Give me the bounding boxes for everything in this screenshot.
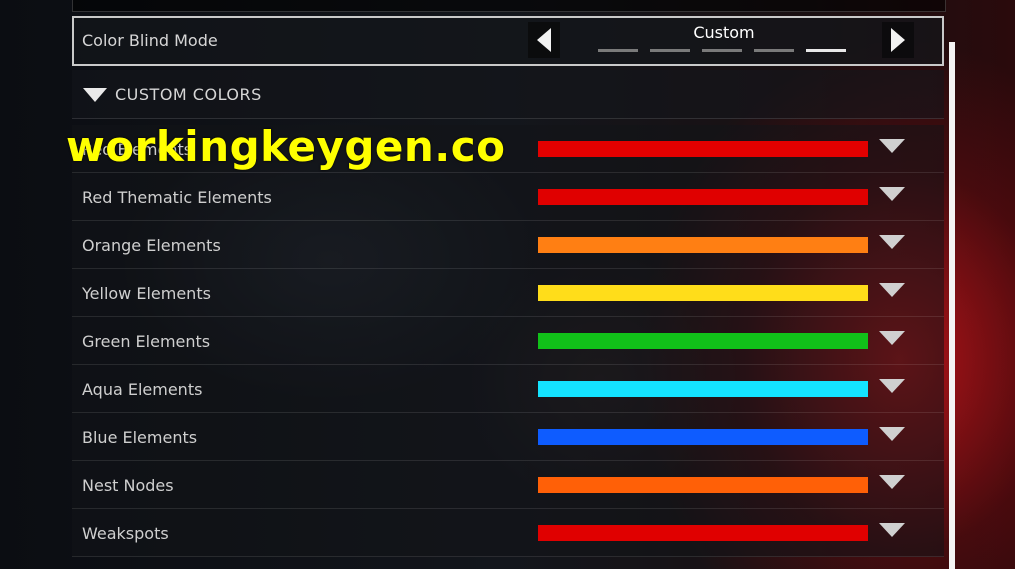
color-row-label: Green Elements (82, 332, 211, 351)
color-row[interactable]: Weakspots (72, 509, 944, 557)
color-dropdown-button[interactable] (878, 283, 906, 301)
color-blind-mode-label: Color Blind Mode (82, 31, 218, 50)
triangle-down-icon (83, 88, 107, 102)
color-swatch[interactable] (538, 189, 868, 205)
color-swatch[interactable] (538, 429, 868, 445)
color-row[interactable]: Green Elements (72, 317, 944, 365)
color-row-label: Blue Elements (82, 428, 198, 447)
color-swatch[interactable] (538, 381, 868, 397)
option-pip (754, 49, 794, 52)
triangle-down-icon (879, 139, 905, 153)
option-pip (650, 49, 690, 52)
triangle-down-icon (879, 283, 905, 297)
color-row[interactable]: Blue Elements (72, 413, 944, 461)
triangle-down-icon (879, 523, 905, 537)
color-blind-mode-value: Custom (693, 23, 755, 42)
color-row[interactable]: Yellow Elements (72, 269, 944, 317)
color-dropdown-button[interactable] (878, 475, 906, 493)
triangle-down-icon (879, 187, 905, 201)
color-row-label: Aqua Elements (82, 380, 203, 399)
previous-row-edge (72, 0, 946, 12)
triangle-down-icon (879, 379, 905, 393)
color-dropdown-button[interactable] (878, 331, 906, 349)
color-swatch[interactable] (538, 333, 868, 349)
color-dropdown-button[interactable] (878, 187, 906, 205)
color-row[interactable]: Red Thematic Elements (72, 173, 944, 221)
option-pip (806, 49, 846, 52)
color-row-label: Red Thematic Elements (82, 188, 272, 207)
color-row-label: Orange Elements (82, 236, 221, 255)
next-option-button[interactable] (882, 22, 914, 58)
color-swatch[interactable] (538, 477, 868, 493)
color-dropdown-button[interactable] (878, 235, 906, 253)
scrollbar[interactable] (949, 42, 955, 569)
color-row[interactable]: Orange Elements (72, 221, 944, 269)
color-dropdown-button[interactable] (878, 523, 906, 541)
color-dropdown-button[interactable] (878, 427, 906, 445)
color-swatch[interactable] (538, 285, 868, 301)
color-dropdown-button[interactable] (878, 379, 906, 397)
color-swatch[interactable] (538, 141, 868, 157)
triangle-down-icon (879, 475, 905, 489)
color-swatch[interactable] (538, 237, 868, 253)
triangle-down-icon (879, 427, 905, 441)
color-swatch[interactable] (538, 525, 868, 541)
watermark-text: workingkeygen.co (66, 122, 506, 171)
color-row-label: Yellow Elements (82, 284, 211, 303)
triangle-down-icon (879, 235, 905, 249)
option-pip (598, 49, 638, 52)
chevron-right-icon (891, 28, 905, 52)
triangle-down-icon (879, 331, 905, 345)
custom-colors-label: CUSTOM COLORS (115, 85, 262, 104)
option-indicator (598, 49, 846, 52)
option-pip (702, 49, 742, 52)
color-row[interactable]: Nest Nodes (72, 461, 944, 509)
previous-option-button[interactable] (528, 22, 560, 58)
color-blind-mode-selector[interactable]: Color Blind Mode Custom (72, 16, 944, 66)
custom-colors-header[interactable]: CUSTOM COLORS (72, 70, 944, 119)
color-row[interactable]: Aqua Elements (72, 365, 944, 413)
custom-colors-list: Red Elements Red Thematic Elements Orange … (72, 125, 944, 557)
color-row-label: Weakspots (82, 524, 169, 543)
color-row-label: Nest Nodes (82, 476, 174, 495)
color-dropdown-button[interactable] (878, 139, 906, 157)
chevron-left-icon (537, 28, 551, 52)
